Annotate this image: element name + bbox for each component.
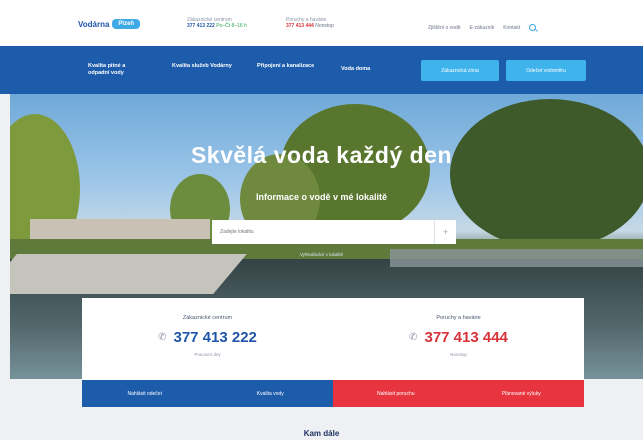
phone-icon: ✆ xyxy=(158,332,167,343)
nav-item-service-quality[interactable]: Kvalita služeb Vodárny xyxy=(172,63,232,70)
main-nav: Kvalita pitné a odpadní vody Kvalita slu… xyxy=(0,46,643,94)
fault-line-label: Poruchy a havárie xyxy=(436,315,481,321)
logo-word: Vodárna xyxy=(78,19,110,29)
plus-icon[interactable]: + xyxy=(434,220,456,244)
location-search-input[interactable] xyxy=(212,220,434,244)
fault-line: Poruchy a havárie ✆ 377 413 444 Nonstop xyxy=(333,315,584,357)
top-links: Zjištění o vodě E-zákazník Kontakt xyxy=(428,24,537,31)
customer-center-phone[interactable]: ✆ 377 413 222 xyxy=(82,329,333,346)
search-icon[interactable] xyxy=(529,24,537,31)
customer-center-number: 377 413 222 xyxy=(173,329,257,346)
phone-icon: ✆ xyxy=(409,332,418,343)
header-faults-note: Nonstop xyxy=(315,23,334,29)
header-contact-phone: 377 413 222 xyxy=(187,23,215,29)
location-link[interactable]: Vyhledávání v lokalitě xyxy=(0,252,643,257)
top-bar: Vodárna Plzeň Zákaznické centrum 377 413… xyxy=(0,0,643,46)
location-search: + xyxy=(212,220,456,244)
nav-item-water-quality[interactable]: Kvalita pitné a odpadní vody xyxy=(88,63,148,76)
nav-item-water-home[interactable]: Voda doma xyxy=(341,66,401,73)
planned-outages-button[interactable]: Plánované výluky xyxy=(458,380,584,407)
hero-title: Skvělá voda každý den xyxy=(190,142,453,168)
top-link-ecustomer[interactable]: E-zákazník xyxy=(470,25,495,31)
nav-item-connection[interactable]: Připojení a kanalizace xyxy=(257,63,317,70)
meter-reading-button[interactable]: Odečet vodoměru xyxy=(506,60,586,81)
report-fault-button[interactable]: Nahlásit poruchu xyxy=(333,380,459,407)
hero-pool-edge xyxy=(10,254,247,294)
action-bar: Nahlásit odečet Kvalita vody Nahlásit po… xyxy=(82,380,584,407)
fault-line-number: 377 413 444 xyxy=(424,329,508,346)
header-contact-faults[interactable]: Poruchy a havárie 377 413 444 Nonstop xyxy=(286,17,334,29)
hero-tree xyxy=(450,99,643,249)
logo[interactable]: Vodárna Plzeň xyxy=(78,19,141,29)
hero-subtitle: Informace o vodě v mé lokalitě xyxy=(255,192,388,202)
customer-zone-button[interactable]: Zákaznická zóna xyxy=(421,60,499,81)
hero-building xyxy=(30,219,210,241)
top-link-contact[interactable]: Kontakt xyxy=(503,25,520,31)
contact-card: Zákaznické centrum ✆ 377 413 222 Pracovn… xyxy=(82,298,584,380)
fault-line-note: Nonstop xyxy=(450,352,467,357)
header-contact-customer[interactable]: Zákaznické centrum 377 413 222 Po–Čt 8–1… xyxy=(187,17,247,29)
customer-center: Zákaznické centrum ✆ 377 413 222 Pracovn… xyxy=(82,315,333,357)
top-link-water[interactable]: Zjištění o vodě xyxy=(428,25,461,31)
report-reading-button[interactable]: Nahlásit odečet xyxy=(82,380,208,407)
fault-line-phone[interactable]: ✆ 377 413 444 xyxy=(333,329,584,346)
logo-pill: Plzeň xyxy=(112,19,141,29)
header-faults-phone: 377 413 444 xyxy=(286,23,314,29)
header-contact-note: Po–Čt 8–16 h xyxy=(216,23,247,29)
customer-center-note: Pracovní dny xyxy=(194,352,221,357)
section-heading: Kam dále xyxy=(303,429,340,438)
customer-center-label: Zákaznické centrum xyxy=(182,315,233,321)
water-quality-button[interactable]: Kvalita vody xyxy=(207,380,333,407)
